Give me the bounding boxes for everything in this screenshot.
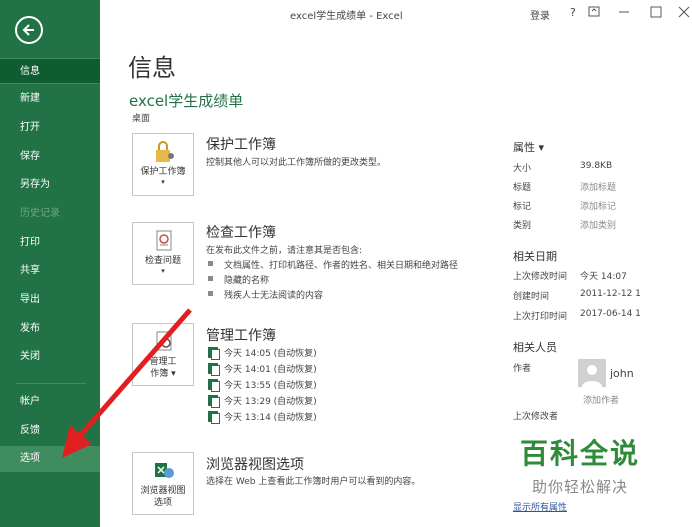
- version-item[interactable]: 今天 13:55 (自动恢复): [208, 378, 317, 392]
- nav-feedback[interactable]: 反馈: [0, 418, 100, 444]
- nav-save-as[interactable]: 另存为: [0, 172, 100, 198]
- back-button[interactable]: [15, 16, 43, 44]
- browser-title: 浏览器视图选项: [206, 457, 304, 473]
- nav-new[interactable]: 新建: [0, 86, 100, 112]
- title-bar: excel学生成绩单 - Excel 登录 ?: [100, 0, 692, 24]
- nav-open[interactable]: 打开: [0, 115, 100, 141]
- back-arrow-icon: [22, 24, 34, 36]
- manage-tile-label: 管理工: [149, 357, 177, 367]
- date-key: 上次修改时间: [513, 272, 568, 282]
- property-key: 标记: [513, 202, 532, 212]
- related-people-heading: 相关人员: [513, 341, 557, 354]
- add-tag-field[interactable]: 添加标记: [580, 199, 616, 212]
- nav-print[interactable]: 打印: [0, 230, 100, 256]
- excel-file-icon: [208, 379, 220, 392]
- close-icon[interactable]: [676, 4, 692, 20]
- document-location: 桌面: [132, 114, 151, 124]
- nav-publish[interactable]: 发布: [0, 316, 100, 342]
- browser-tile-label-2: 选项: [153, 498, 172, 508]
- browser-view-options-button[interactable]: 浏览器视图 选项: [132, 452, 194, 515]
- ribbon-display-icon[interactable]: [586, 4, 602, 20]
- page-title: 信息: [128, 54, 176, 82]
- help-button[interactable]: ?: [570, 6, 576, 19]
- property-key: 标题: [513, 183, 532, 193]
- nav-save[interactable]: 保存: [0, 144, 100, 170]
- date-value: 2017-06-14 1: [580, 309, 641, 319]
- minimize-icon[interactable]: [616, 4, 632, 20]
- version-item[interactable]: 今天 13:29 (自动恢复): [208, 394, 317, 408]
- version-item[interactable]: 今天 14:01 (自动恢复): [208, 362, 317, 376]
- inspect-document-icon: [156, 230, 172, 251]
- property-value: 39.8KB: [580, 161, 613, 171]
- manage-workbook-icon: [156, 331, 172, 351]
- excel-file-icon: [208, 411, 220, 424]
- manage-tile-label-2: 作簿 ▾: [150, 369, 176, 379]
- excel-file-icon: [208, 395, 220, 408]
- window-title: excel学生成绩单 - Excel: [290, 11, 403, 22]
- chevron-down-icon: ▾: [161, 267, 165, 275]
- avatar: [578, 359, 606, 387]
- author-name: john: [610, 367, 634, 380]
- related-dates-heading: 相关日期: [513, 250, 557, 263]
- inspect-bullet: 残疾人士无法阅读的内容: [208, 288, 323, 301]
- author-key: 作者: [513, 364, 532, 374]
- browser-tile-label: 浏览器视图: [140, 486, 186, 496]
- inspect-bullet: 隐藏的名称: [208, 273, 269, 286]
- nav-account[interactable]: 帐户: [0, 389, 100, 415]
- inspect-bullet: 文档属性、打印机路径、作者的姓名、相关日期和绝对路径: [208, 258, 458, 271]
- browser-desc: 选择在 Web 上查看此工作簿时用户可以看到的内容。: [206, 477, 421, 487]
- nav-options[interactable]: 选项: [0, 446, 100, 472]
- nav-share[interactable]: 共享: [0, 258, 100, 284]
- check-issues-button[interactable]: 检查问题 ▾: [132, 222, 194, 285]
- version-item[interactable]: 今天 14:05 (自动恢复): [208, 346, 317, 360]
- maximize-icon[interactable]: [648, 4, 664, 20]
- add-category-field[interactable]: 添加类别: [580, 218, 616, 231]
- version-item[interactable]: 今天 13:14 (自动恢复): [208, 410, 317, 424]
- add-title-field[interactable]: 添加标题: [580, 180, 616, 193]
- backstage-sidebar: 信息 新建 打开 保存 另存为 历史记录 打印 共享 导出 发布 关闭 帐户 反…: [0, 0, 100, 527]
- date-value: 2011-12-12 1: [580, 289, 641, 299]
- date-value: 今天 14:07: [580, 272, 627, 282]
- nav-export[interactable]: 导出: [0, 287, 100, 313]
- excel-file-icon: [208, 347, 220, 360]
- property-key: 大小: [513, 164, 532, 174]
- nav-history: 历史记录: [20, 208, 60, 219]
- document-name: excel学生成绩单: [129, 92, 244, 110]
- manage-workbook-button[interactable]: 管理工 作簿 ▾: [132, 323, 194, 386]
- date-key: 创建时间: [513, 292, 550, 302]
- protect-title: 保护工作簿: [206, 137, 276, 153]
- inspect-desc: 在发布此文件之前，请注意其是否包含:: [206, 246, 363, 256]
- nav-close[interactable]: 关闭: [0, 344, 100, 370]
- manage-title: 管理工作簿: [206, 328, 276, 344]
- protect-workbook-button[interactable]: 保护工作簿 ▾: [132, 133, 194, 196]
- add-author-field[interactable]: 添加作者: [583, 393, 619, 406]
- date-key: 上次打印时间: [513, 312, 568, 322]
- property-key: 类别: [513, 221, 532, 231]
- watermark-sub: 助你轻松解决: [531, 478, 628, 496]
- watermark-main: 百科全说: [519, 437, 640, 470]
- chevron-down-icon: ▾: [161, 178, 165, 186]
- watermark: 百科全说 助你轻松解决: [494, 420, 666, 502]
- browser-view-icon: [155, 463, 174, 478]
- lock-key-icon: [156, 141, 174, 162]
- nav-info[interactable]: 信息: [0, 58, 100, 84]
- protect-desc: 控制其他人可以对此工作簿所做的更改类型。: [206, 158, 387, 168]
- inspect-title: 检查工作簿: [206, 225, 276, 241]
- excel-file-icon: [208, 363, 220, 376]
- nav-divider: [16, 383, 86, 384]
- properties-dropdown[interactable]: 属性 ▾: [513, 139, 544, 155]
- signin-link[interactable]: 登录: [530, 7, 550, 22]
